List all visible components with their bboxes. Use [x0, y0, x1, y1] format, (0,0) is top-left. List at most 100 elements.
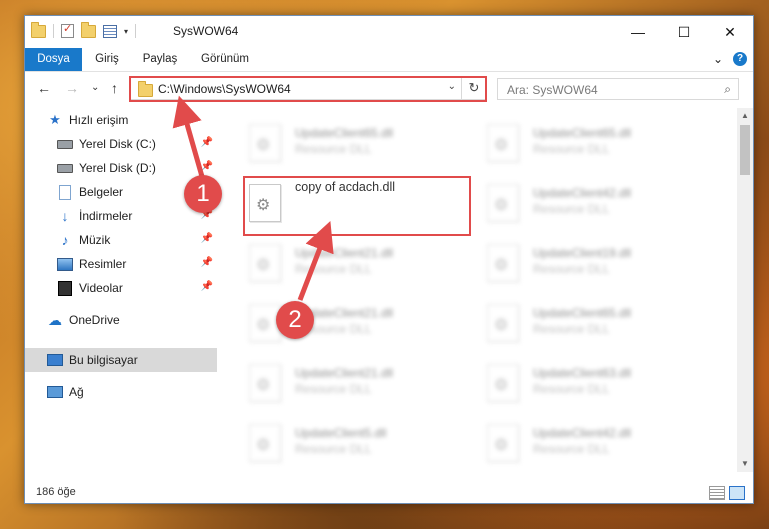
properties-check-icon[interactable]: [61, 22, 74, 38]
window-controls: — ☐ ✕: [615, 16, 753, 48]
navigation-bar: ← → ⌄ ↑ C:\Windows\SysWOW64 ⌄ ↻ Ara: Sys…: [25, 72, 753, 106]
search-box[interactable]: Ara: SysWOW64 ⌕: [497, 78, 739, 100]
sidebar-item-music[interactable]: ♪ Müzik 📌: [25, 228, 217, 252]
drive-icon: [57, 137, 73, 151]
list-item-copy-of-acdach[interactable]: copy of acdach.dll: [219, 176, 447, 226]
search-icon[interactable]: ⌕: [724, 82, 731, 97]
list-item[interactable]: UpdateClient65.dll Resource DLL: [457, 296, 685, 346]
sidebar-item-label: Yerel Disk (D:): [79, 161, 156, 175]
file-name: UpdateClient5.dll: [295, 426, 387, 440]
ribbon-tabs: Dosya Giriş Paylaş Görünüm ⌄ ?: [25, 48, 753, 72]
up-button[interactable]: ↑: [111, 80, 118, 96]
expand-ribbon-icon[interactable]: ⌄: [713, 52, 723, 66]
address-bar[interactable]: C:\Windows\SysWOW64 ⌄ ↻: [129, 76, 487, 100]
pin-icon[interactable]: 📌: [201, 233, 213, 244]
address-path[interactable]: C:\Windows\SysWOW64: [158, 82, 291, 96]
file-name: UpdateClient65.dll: [533, 126, 632, 140]
list-item[interactable]: UpdateClient42.dll Resource DLL: [457, 176, 685, 226]
scroll-up-icon[interactable]: ▲: [737, 108, 753, 124]
back-button[interactable]: ←: [37, 80, 51, 96]
file-description: Resource DLL: [533, 202, 610, 216]
cloud-icon: ☁: [48, 311, 62, 328]
tab-share[interactable]: Paylaş: [137, 48, 183, 71]
view-switcher: [709, 486, 745, 500]
status-bar: 186 öğe: [25, 482, 753, 504]
sidebar-item-videos[interactable]: Videolar 📌: [25, 276, 217, 300]
sidebar-item-downloads[interactable]: ↓ İndirmeler 📌: [25, 204, 217, 228]
dll-file-icon: [249, 424, 281, 462]
scroll-thumb[interactable]: [740, 125, 750, 175]
dll-file-icon: [487, 244, 519, 282]
tab-view[interactable]: Görünüm: [197, 48, 253, 71]
large-icons-view-icon[interactable]: [729, 486, 745, 500]
file-name: UpdateClient65.dll: [295, 126, 394, 140]
pin-icon[interactable]: 📌: [201, 257, 213, 268]
list-item[interactable]: UpdateClient42.dll Resource DLL: [457, 416, 685, 466]
file-name: UpdateClient19.dll: [533, 246, 632, 260]
customize-toolbar-icon[interactable]: ▾: [124, 27, 128, 36]
maximize-button[interactable]: ☐: [661, 16, 707, 48]
file-description: Resource DLL: [295, 442, 372, 456]
details-view-icon[interactable]: [709, 486, 725, 500]
list-item[interactable]: UpdateClient65.dll Resource DLL: [219, 116, 447, 166]
step-badge-1: 1: [184, 175, 222, 213]
file-description: Resource DLL: [533, 142, 610, 156]
address-dropdown-icon[interactable]: ⌄: [448, 81, 456, 92]
sidebar-item-label: Bu bilgisayar: [69, 353, 138, 367]
file-name: UpdateClient63.dll: [533, 366, 632, 380]
file-name: UpdateClient42.dll: [533, 186, 632, 200]
list-item[interactable]: UpdateClient65.dll Resource DLL: [457, 116, 685, 166]
dll-file-icon: [249, 364, 281, 402]
list-item[interactable]: UpdateClient5.dll Resource DLL: [219, 416, 447, 466]
sidebar-item-label: Belgeler: [79, 185, 124, 199]
pin-icon[interactable]: 📌: [201, 137, 213, 148]
new-folder-icon[interactable]: [81, 21, 96, 38]
file-description: Resource DLL: [533, 382, 610, 396]
folder-icon: [31, 21, 46, 38]
list-item[interactable]: UpdateClient21.dll Resource DLL: [219, 236, 447, 286]
minimize-button[interactable]: —: [615, 16, 661, 48]
list-item[interactable]: UpdateClient19.dll Resource DLL: [457, 236, 685, 286]
forward-button[interactable]: →: [65, 80, 79, 96]
search-placeholder: Ara: SysWOW64: [507, 83, 598, 97]
sidebar-item-disk-c[interactable]: Yerel Disk (C:) 📌: [25, 132, 217, 156]
sidebar-item-disk-d[interactable]: Yerel Disk (D:) 📌: [25, 156, 217, 180]
scroll-down-icon[interactable]: ▼: [737, 456, 753, 472]
picture-icon: [57, 257, 73, 271]
pin-icon[interactable]: 📌: [201, 161, 213, 172]
view-options-icon[interactable]: [103, 24, 117, 38]
sidebar-item-label: Resimler: [79, 257, 127, 271]
sidebar-item-label: İndirmeler: [79, 209, 133, 223]
network-icon: [47, 385, 63, 399]
item-count: 186 öğe: [36, 486, 76, 498]
sidebar-item-label: OneDrive: [69, 313, 120, 327]
dll-file-icon: [487, 304, 519, 342]
dll-file-icon: [249, 184, 281, 222]
list-item[interactable]: UpdateClient63.dll Resource DLL: [457, 356, 685, 406]
file-description: Resource DLL: [295, 142, 372, 156]
list-item[interactable]: UpdateClient21.dll Resource DLL: [219, 296, 447, 346]
step-badge-2: 2: [276, 301, 314, 339]
sidebar-item-onedrive[interactable]: ☁ OneDrive: [25, 308, 217, 332]
file-description: Resource DLL: [533, 322, 610, 336]
close-button[interactable]: ✕: [707, 16, 753, 48]
refresh-button[interactable]: ↻: [461, 77, 486, 99]
list-item[interactable]: UpdateClient21.dll Resource DLL: [219, 356, 447, 406]
sidebar-item-network[interactable]: Ağ: [25, 380, 217, 404]
sidebar-item-pictures[interactable]: Resimler 📌: [25, 252, 217, 276]
tab-home[interactable]: Giriş: [87, 48, 127, 71]
navigation-pane: ★ Hızlı erişim Yerel Disk (C:) 📌 Yerel D…: [25, 108, 217, 472]
file-name: UpdateClient21.dll: [295, 366, 394, 380]
pin-icon[interactable]: 📌: [201, 281, 213, 292]
sidebar-item-this-pc[interactable]: Bu bilgisayar: [25, 348, 217, 372]
download-icon: ↓: [61, 208, 69, 224]
file-name: copy of acdach.dll: [295, 180, 396, 194]
sidebar-item-quick-access[interactable]: ★ Hızlı erişim: [25, 108, 217, 132]
file-name: UpdateClient21.dll: [295, 246, 394, 260]
recent-locations-button[interactable]: ⌄: [91, 82, 99, 93]
vertical-scrollbar[interactable]: ▲ ▼: [737, 108, 753, 472]
file-name: UpdateClient65.dll: [533, 306, 632, 320]
help-icon[interactable]: ?: [733, 52, 747, 66]
tab-file[interactable]: Dosya: [25, 48, 82, 71]
folder-icon: [138, 81, 153, 97]
